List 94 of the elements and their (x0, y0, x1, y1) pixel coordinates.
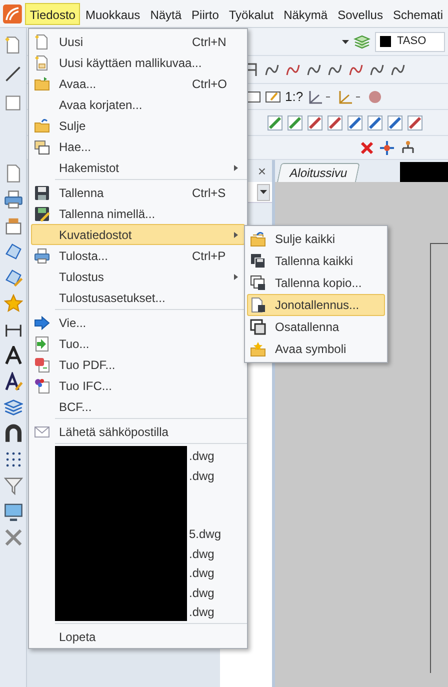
tree-icon[interactable] (400, 140, 416, 156)
pencil-icon[interactable] (267, 114, 283, 130)
menu-item[interactable]: Lähetä sähköpostilla (31, 421, 245, 442)
menu-item[interactable]: Schemati (388, 2, 448, 24)
colored-dots-document-icon (34, 378, 50, 394)
menu-item[interactable]: Uusi Ctrl+N (31, 31, 245, 52)
move-arrows-icon[interactable] (379, 140, 395, 156)
menu-item[interactable]: Tallenna kopio... (247, 272, 385, 294)
menu-item[interactable]: Jonotallennus... (247, 294, 385, 316)
menu-item[interactable]: Piirto (186, 2, 224, 24)
pencil-icon[interactable] (347, 114, 363, 130)
menu-item[interactable]: Sovellus (332, 2, 388, 24)
letter-icon[interactable] (4, 346, 22, 365)
pencil-icon[interactable] (367, 114, 383, 130)
envelope-icon (34, 424, 50, 440)
layer-field[interactable]: TASO (375, 32, 445, 52)
magnet-icon[interactable] (4, 424, 22, 443)
windows-icon (250, 319, 266, 335)
printer-icon[interactable] (4, 190, 22, 209)
line-icon[interactable] (4, 65, 22, 83)
layer-name: TASO (397, 34, 426, 50)
menu-item[interactable]: Tallenna nimellä... (31, 203, 245, 224)
menu-item[interactable]: Tulostusasetukset... (31, 287, 245, 308)
pencil-icon[interactable] (307, 114, 323, 130)
folders-icon (250, 231, 266, 247)
dot-grid-icon[interactable] (4, 450, 22, 469)
tab[interactable]: Aloitussivu (276, 163, 360, 182)
menu-item[interactable]: Kuvatiedostot (31, 224, 245, 245)
pdf-document-icon (34, 356, 50, 372)
menu-item[interactable]: Tuo... (31, 333, 245, 354)
menu-item[interactable]: Avaa korjaten... (31, 94, 245, 115)
recent-file-name[interactable]: .dwg (189, 603, 222, 622)
menu-item[interactable]: Näkymä (278, 2, 333, 24)
folder-star-icon (250, 341, 266, 357)
pencil-icon[interactable] (327, 114, 343, 130)
menu-item[interactable]: Tulostus (31, 266, 245, 287)
menu-item[interactable]: Sulje kaikki (247, 228, 385, 250)
menu-item[interactable]: Tuo IFC... (31, 375, 245, 396)
new-document-icon (34, 34, 50, 50)
rectangle-pencil-icon[interactable] (265, 90, 281, 104)
letter-pencil-icon[interactable] (4, 372, 22, 391)
arrow-icon (34, 314, 50, 330)
cross-icon[interactable] (360, 140, 374, 154)
menu-item[interactable]: Uusi käyttäen mallikuvaa... (31, 52, 245, 73)
menu-item[interactable]: Tulosta... Ctrl+P (31, 245, 245, 266)
windows-icon (34, 138, 50, 154)
menu-item[interactable]: Hakemistot (31, 157, 245, 178)
menu-item[interactable]: Lopeta (31, 626, 245, 647)
menu-item[interactable]: Näytä (145, 2, 187, 24)
copy-floppy-icon (250, 275, 266, 291)
new-document-icon[interactable] (4, 36, 22, 54)
recent-file-name[interactable]: .dwg (189, 544, 222, 564)
menu-item[interactable]: BCF... (31, 396, 245, 417)
printer-icon (34, 248, 50, 264)
app-logo-icon[interactable] (3, 2, 22, 24)
folder-icon (34, 118, 50, 134)
floppy-disk-pencil-icon (34, 206, 50, 222)
pencil-icon[interactable] (387, 114, 403, 130)
pencil-icon[interactable] (407, 114, 423, 130)
layers-icon[interactable] (4, 398, 22, 417)
recent-file-name[interactable]: .dwg (189, 466, 222, 486)
folder-icon (34, 76, 50, 92)
floppy-disks-icon (250, 253, 266, 269)
dropdown-button[interactable] (257, 184, 270, 200)
star-icon[interactable] (4, 294, 22, 313)
menu-item[interactable]: Tallenna Ctrl+S (31, 182, 245, 203)
recent-file-name[interactable]: 5.dwg (189, 525, 222, 544)
menu-item[interactable]: Tuo PDF... (31, 354, 245, 375)
close-button[interactable]: × (258, 160, 266, 182)
menu-item[interactable]: Vie... (31, 312, 245, 333)
layer-color-swatch (380, 36, 391, 47)
document-floppy-icon (250, 297, 266, 313)
recent-file-name[interactable]: .dwg (189, 447, 222, 466)
menu-item[interactable]: Osatallenna (247, 316, 385, 338)
menu-item[interactable]: Avaa symboli (247, 338, 385, 360)
menu-item[interactable]: Tiedosto (24, 2, 80, 24)
stamp-icon[interactable] (4, 216, 22, 235)
pencil-icon[interactable] (287, 114, 303, 130)
document-icon[interactable] (4, 94, 22, 112)
dropdown-arrow-icon[interactable] (342, 40, 349, 44)
template-document-icon (34, 54, 50, 70)
recent-file-name[interactable]: .dwg (189, 584, 222, 603)
shapes-icon[interactable] (4, 242, 22, 261)
redacted-block (400, 162, 448, 182)
menu-item[interactable]: Tallenna kaikki (247, 250, 385, 272)
filter-icon[interactable] (4, 476, 22, 495)
recent-file-name[interactable]: .dwg (189, 564, 222, 584)
scale-button[interactable]: 1:? (285, 86, 304, 106)
monitor-icon[interactable] (4, 502, 22, 521)
dropdown-arrow-icon (260, 190, 267, 194)
menu-item[interactable]: Muokkaus (80, 2, 146, 24)
shapes-pencil-icon[interactable] (4, 268, 22, 287)
menu-item[interactable]: Avaa... Ctrl+O (31, 73, 245, 94)
menu-item[interactable]: Työkalut (224, 2, 279, 24)
